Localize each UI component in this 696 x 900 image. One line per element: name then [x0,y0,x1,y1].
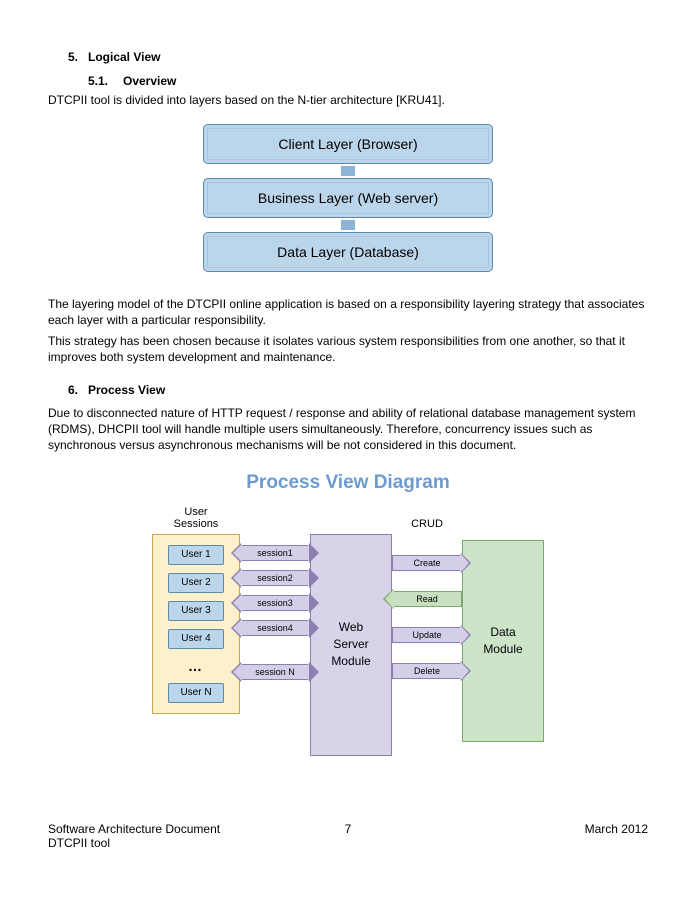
user-container: User 1 User 2 User 3 User 4 … User N [152,534,240,714]
page-footer: Software Architecture Document DTCPII to… [48,816,648,850]
data-module: Data Module [462,540,544,742]
session-arrow: session2 [240,569,310,587]
session-arrow: session1 [240,544,310,562]
data-module-column: Data Module [462,502,544,742]
body-text: This strategy has been chosen because it… [48,333,648,365]
section-title: Process View [88,383,165,397]
subsection-title: Overview [123,74,176,88]
user-box: User N [168,683,224,703]
arrow-label: session3 [257,598,293,608]
crud-arrow: Create [392,554,462,572]
crud-arrow: Read [392,590,462,608]
column-label: User Sessions [152,502,240,530]
arrow-label: session2 [257,573,293,583]
arrow-label: Read [416,594,438,604]
layer-client: Client Layer (Browser) [203,124,493,164]
section-title: Logical View [88,50,160,64]
section-5: 5.Logical View 5.1.Overview DTCPII tool … [48,50,648,365]
footer-date: March 2012 [448,822,648,850]
session-arrow: session N [240,663,310,681]
sessions-column: session1 session2 session3 session4 sess… [240,502,310,681]
user-box: User 1 [168,545,224,565]
user-box: User 2 [168,573,224,593]
web-server-column: Web Server Module [310,502,392,756]
session-arrow: session3 [240,594,310,612]
page-number: 7 [248,822,448,850]
user-box: User 3 [168,601,224,621]
spacer [240,502,310,530]
web-server-module: Web Server Module [310,534,392,756]
arrow-label: session4 [257,623,293,633]
body-text: Due to disconnected nature of HTTP reque… [48,405,648,454]
arrow-label: session N [255,667,295,677]
crud-column: CRUD Create Read Update Delete [392,502,462,680]
crud-arrow: Delete [392,662,462,680]
spacer [310,502,392,530]
column-label: CRUD [392,502,462,530]
section-6: 6.Process View Due to disconnected natur… [48,383,648,756]
layer-diagram: Client Layer (Browser) Business Layer (W… [203,124,493,272]
body-text: The layering model of the DTCPII online … [48,296,648,328]
intro-text: DTCPII tool is divided into layers based… [48,92,648,108]
ellipsis: … [188,657,204,675]
crud-arrow: Update [392,626,462,644]
subsection-number: 5.1. [88,74,123,88]
process-diagram: User Sessions User 1 User 2 User 3 User … [88,502,608,756]
layer-data: Data Layer (Database) [203,232,493,272]
user-box: User 4 [168,629,224,649]
layer-connector [341,166,355,176]
spacer [462,502,544,530]
diagram-title: Process View Diagram [48,472,648,494]
users-column: User Sessions User 1 User 2 User 3 User … [152,502,240,714]
arrow-label: Create [413,558,440,568]
section-number: 5. [68,50,88,64]
arrow-label: session1 [257,548,293,558]
layer-connector [341,220,355,230]
arrow-label: Update [412,630,441,640]
footer-doc-title: Software Architecture Document [48,822,248,836]
session-arrow: session4 [240,619,310,637]
section-number: 6. [68,383,88,397]
arrow-label: Delete [414,666,440,676]
footer-tool-name: DTCPII tool [48,836,248,850]
layer-business: Business Layer (Web server) [203,178,493,218]
